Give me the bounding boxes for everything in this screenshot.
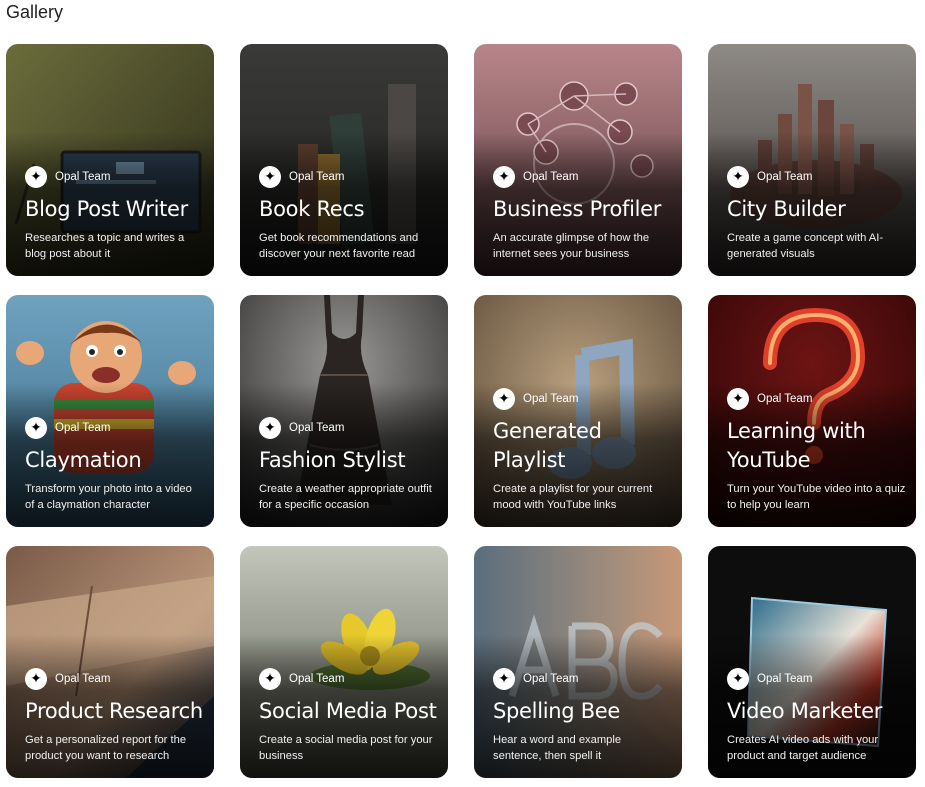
card-description: Get book recommendations and discover yo… xyxy=(259,232,419,260)
card-video-marketer[interactable]: ✦ Opal Team Video Marketer Creates AI vi… xyxy=(708,546,916,778)
card-author: Opal Team xyxy=(523,171,579,183)
sparkle-icon: ✦ xyxy=(259,417,281,439)
page-title: Gallery xyxy=(6,2,64,22)
card-author: Opal Team xyxy=(757,393,813,405)
card-claymation[interactable]: ✦ Opal Team Claymation Transform your ph… xyxy=(6,295,214,527)
sparkle-icon: ✦ xyxy=(727,668,749,690)
card-generated-playlist[interactable]: ✦ Opal Team Generated Playlist Create a … xyxy=(474,295,682,527)
sparkle-icon: ✦ xyxy=(493,668,515,690)
card-description: Create a game concept with AI-generated … xyxy=(727,232,884,260)
card-author: Opal Team xyxy=(757,673,813,685)
card-title: Social Media Post xyxy=(259,699,437,723)
card-title: Business Profiler xyxy=(493,197,662,221)
card-title: Book Recs xyxy=(259,197,365,221)
card-learning-with-youtube[interactable]: ✦ Opal Team Learning with YouTube Turn y… xyxy=(708,295,916,527)
card-author: Opal Team xyxy=(289,422,345,434)
card-title: Learning with YouTube xyxy=(727,419,866,472)
card-title: Fashion Stylist xyxy=(259,448,406,472)
card-description: Get a personalized report for the produc… xyxy=(25,734,187,762)
sparkle-icon: ✦ xyxy=(25,417,47,439)
card-spelling-bee[interactable]: ✦ Opal Team Spelling Bee Hear a word and… xyxy=(474,546,682,778)
card-description: Create a playlist for your current mood … xyxy=(493,483,653,511)
card-description: Turn your YouTube video into a quiz to h… xyxy=(727,483,906,511)
card-title: Spelling Bee xyxy=(493,699,621,723)
card-author: Opal Team xyxy=(289,171,345,183)
card-book-recs[interactable]: ✦ Opal Team Book Recs Get book recommend… xyxy=(240,44,448,276)
card-author: Opal Team xyxy=(55,422,111,434)
card-title: Video Marketer xyxy=(727,699,883,723)
card-description: Transform your photo into a video of a c… xyxy=(25,483,192,511)
card-author: Opal Team xyxy=(523,393,579,405)
sparkle-icon: ✦ xyxy=(727,388,749,410)
card-author: Opal Team xyxy=(55,673,111,685)
sparkle-icon: ✦ xyxy=(493,166,515,188)
card-author: Opal Team xyxy=(757,171,813,183)
card-title: Blog Post Writer xyxy=(25,197,188,221)
card-social-media-post[interactable]: ✦ Opal Team Social Media Post Create a s… xyxy=(240,546,448,778)
card-description: Researches a topic and writes a blog pos… xyxy=(25,232,185,260)
card-description: Create a social media post for your busi… xyxy=(259,734,433,762)
card-description: Creates AI video ads with your product a… xyxy=(727,734,879,762)
card-description: Hear a word and example sentence, then s… xyxy=(493,734,622,762)
card-title: Claymation xyxy=(25,448,142,472)
gallery-grid: ✦ Opal Team Blog Post Writer Researches … xyxy=(6,44,916,778)
card-title: Product Research xyxy=(25,699,203,723)
card-author: Opal Team xyxy=(55,171,111,183)
sparkle-icon: ✦ xyxy=(25,166,47,188)
card-title: Generated Playlist xyxy=(493,419,602,472)
sparkle-icon: ✦ xyxy=(259,166,281,188)
card-description: An accurate glimpse of how the internet … xyxy=(493,232,650,260)
card-city-builder[interactable]: ✦ Opal Team City Builder Create a game c… xyxy=(708,44,916,276)
sparkle-icon: ✦ xyxy=(25,668,47,690)
card-author: Opal Team xyxy=(289,673,345,685)
card-title: City Builder xyxy=(727,197,846,221)
sparkle-icon: ✦ xyxy=(493,388,515,410)
card-author: Opal Team xyxy=(523,673,579,685)
card-blog-post-writer[interactable]: ✦ Opal Team Blog Post Writer Researches … xyxy=(6,44,214,276)
sparkle-icon: ✦ xyxy=(727,166,749,188)
sparkle-icon: ✦ xyxy=(259,668,281,690)
card-description: Create a weather appropriate outfit for … xyxy=(259,483,432,511)
card-business-profiler[interactable]: ✦ Opal Team Business Profiler An accurat… xyxy=(474,44,682,276)
card-product-research[interactable]: ✦ Opal Team Product Research Get a perso… xyxy=(6,546,214,778)
card-fashion-stylist[interactable]: ✦ Opal Team Fashion Stylist Create a wea… xyxy=(240,295,448,527)
